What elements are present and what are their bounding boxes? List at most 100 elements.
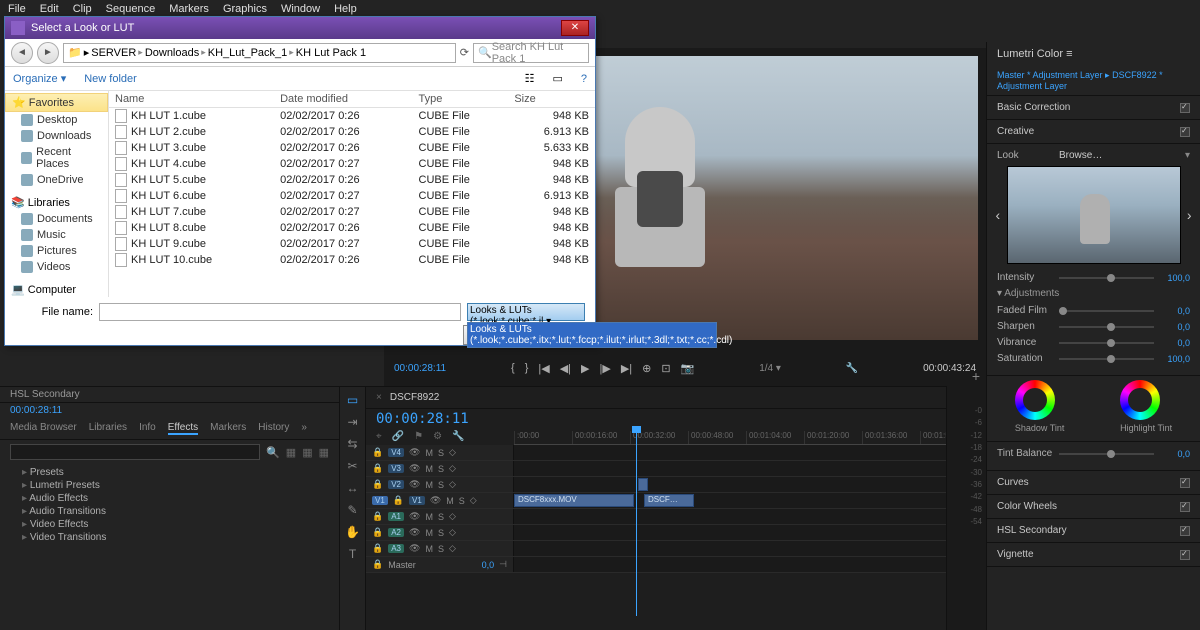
export-frame-icon[interactable]: 📷 [681,362,695,375]
playhead[interactable] [636,431,637,616]
filetype-dropdown[interactable]: Looks & LUTs (*.look;*.cube;*.il ▾ Looks… [467,303,585,321]
mute-icon[interactable]: M [425,480,433,490]
video-track[interactable]: 🔒V3👁MS◇ [366,461,986,477]
ripple-tool-icon[interactable]: ⇆ [345,437,361,453]
sidebar-group[interactable]: Recent Places [5,144,108,172]
sidebar-group[interactable]: ⭐ Favorites [5,93,108,112]
section-color-wheels[interactable]: Color Wheels [987,495,1200,519]
tree-audio-transitions[interactable]: Audio Transitions [10,505,329,518]
lock-icon[interactable]: 🔒 [372,527,383,538]
eye-icon[interactable]: 👁 [409,447,420,458]
track-tag[interactable]: V4 [388,448,404,457]
timeline-ruler[interactable]: :00:0000:00:16:0000:00:32:0000:00:48:000… [514,431,978,445]
mute-icon[interactable]: M [425,464,433,474]
eye-icon[interactable]: 👁 [409,479,420,490]
clip[interactable]: DSCF… [644,494,694,507]
intensity-slider[interactable] [1059,277,1154,279]
sequence-name[interactable]: DSCF8922 [390,392,439,403]
faded-value[interactable]: 0,0 [1160,306,1190,316]
file-row[interactable]: KH LUT 7.cube02/02/2017 0:27CUBE File948… [109,204,595,220]
creative-checkbox[interactable] [1180,127,1190,137]
settings-icon[interactable]: ⚙ [433,431,442,442]
overwrite-icon[interactable]: ⊡ [661,362,670,375]
menu-file[interactable]: File [8,3,26,15]
section-basic-correction[interactable]: Basic Correction [987,96,1200,120]
goto-out-icon[interactable]: ▶| [621,362,632,375]
track-tag[interactable]: A1 [388,512,404,521]
razor-tool-icon[interactable]: ✂ [345,459,361,475]
solo-icon[interactable]: S [438,512,444,522]
eye-icon[interactable]: 👁 [409,511,420,522]
prev-look-icon[interactable]: ‹ [996,207,1001,223]
refresh-icon[interactable]: ⟳ [460,46,469,59]
master-track[interactable]: 🔒Master0,0⊣ [366,557,986,573]
sidebar-group[interactable]: 📚 Libraries [5,194,108,211]
tab-proj-libraries[interactable]: Libraries [89,422,127,435]
wrench-icon[interactable]: 🔧 [846,363,858,374]
sharpen-value[interactable]: 0,0 [1160,322,1190,332]
eye-icon[interactable]: 👁 [409,527,420,538]
eye-icon[interactable]: 👁 [409,543,420,554]
tree-presets[interactable]: Presets [10,466,329,479]
menu-clip[interactable]: Clip [73,3,92,15]
tint-balance-value[interactable]: 0,0 [1160,449,1190,459]
clip[interactable] [638,478,648,491]
eye-icon[interactable]: 👁 [430,495,441,506]
menu-help[interactable]: Help [334,3,357,15]
back-icon[interactable]: ◄ [11,42,33,64]
file-row[interactable]: KH LUT 5.cube02/02/2017 0:26CUBE File948… [109,172,595,188]
timeline-timecode[interactable]: 00:00:28:11 [366,409,986,429]
solo-icon[interactable]: S [438,480,444,490]
column-header[interactable]: Type [413,91,509,108]
marker-icon[interactable]: ⚑ [414,431,423,442]
help-icon[interactable]: ? [581,73,587,85]
clip[interactable]: DSCF8xxx.MOV [514,494,634,507]
close-icon[interactable]: ✕ [561,20,589,36]
basic-checkbox[interactable] [1180,103,1190,113]
solo-icon[interactable]: S [438,464,444,474]
shadow-tint-wheel[interactable] [1015,380,1055,420]
snap-icon[interactable]: ⌖ [376,431,382,442]
menu-window[interactable]: Window [281,3,320,15]
dialog-search-input[interactable]: 🔍 Search KH Lut Pack 1 [473,43,589,63]
file-row[interactable]: KH LUT 8.cube02/02/2017 0:26CUBE File948… [109,220,595,236]
filetype-dropdown-item[interactable]: Looks & LUTs (*.look;*.cube;*.itx;*.lut;… [467,322,717,348]
audio-track[interactable]: 🔒A3👁MS◇ [366,541,986,557]
lock-icon[interactable]: 🔒 [372,463,383,474]
mute-icon[interactable]: M [425,448,433,458]
insert-icon[interactable]: ⊕ [642,362,651,375]
selection-tool-icon[interactable]: ▭ [345,393,361,409]
track-tag[interactable]: V3 [388,464,404,473]
sidebar-group[interactable]: Videos [5,259,108,275]
video-track[interactable]: V1🔒V1👁MS◇DSCF8xxx.MOVDSCF… [366,493,986,509]
section-hsl[interactable]: HSL Secondary [987,519,1200,543]
pen-tool-icon[interactable]: ✎ [345,503,361,519]
slip-tool-icon[interactable]: ↔ [345,481,361,497]
tab-markers[interactable]: Markers [210,422,246,435]
solo-icon[interactable]: S [438,544,444,554]
mute-icon[interactable]: M [425,512,433,522]
menu-markers[interactable]: Markers [169,3,209,15]
vignette-checkbox[interactable] [1180,550,1190,560]
menu-graphics[interactable]: Graphics [223,3,267,15]
sidebar-group[interactable]: Music [5,227,108,243]
saturation-value[interactable]: 100,0 [1160,354,1190,364]
tab-effects[interactable]: Effects [168,422,198,435]
wrench2-icon[interactable]: 🔧 [452,431,464,442]
track-tag[interactable]: A2 [388,528,404,537]
filename-input[interactable] [99,303,461,321]
search-icon[interactable]: 🔍 [266,446,280,459]
breadcrumb[interactable]: 📁 ▸ SERVER▸ Downloads▸ KH_Lut_Pack_1▸ KH… [63,43,456,63]
tree-lumetri-presets[interactable]: Lumetri Presets [10,479,329,492]
sidebar-group[interactable]: 💻 Computer [5,281,108,297]
track-tag[interactable]: V2 [388,480,404,489]
lock-icon[interactable]: 🔒 [372,511,383,522]
step-back-icon[interactable]: ◀| [560,362,571,375]
tint-balance-slider[interactable] [1059,453,1154,455]
sidebar-group[interactable]: Pictures [5,243,108,259]
mute-icon[interactable]: M [425,528,433,538]
audio-track[interactable]: 🔒A1👁MS◇ [366,509,986,525]
sidebar-group[interactable]: Downloads [5,128,108,144]
tab-history[interactable]: History [258,422,289,435]
lock-icon[interactable]: 🔒 [372,543,383,554]
